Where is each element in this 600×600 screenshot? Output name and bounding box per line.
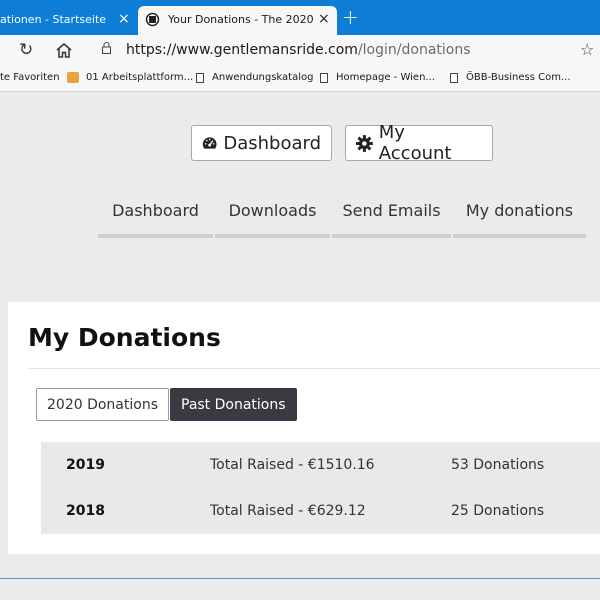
subnav-downloads[interactable]: Downloads (215, 200, 330, 238)
tab-title: Your Donations - The 2020 Distinguished … (168, 13, 313, 26)
my-account-button-label: My Account (378, 122, 452, 164)
bookmark-homepage-wien[interactable]: Homepage - Wien... (320, 72, 435, 83)
donations-card: My Donations 2020 Donations Past Donatio… (8, 302, 600, 554)
subnav-dashboard[interactable]: Dashboard (98, 200, 213, 238)
total-raised: Total Raised - €1510.16 (210, 457, 375, 473)
table-row: 2018 Total Raised - €629.12 25 Donations (41, 488, 600, 534)
window-bottom-border (0, 578, 600, 579)
bookmark-label: te Favoriten (0, 72, 60, 83)
url-path: /login/donations (357, 42, 471, 58)
doc-icon (320, 72, 328, 83)
home-icon[interactable] (56, 43, 72, 58)
dashboard-gauge-icon (202, 137, 217, 149)
my-account-button[interactable]: My Account (345, 122, 493, 164)
favorite-star-icon[interactable]: ☆ (580, 40, 594, 59)
bookmark-label: ÖBB-Business Com... (466, 72, 571, 83)
browser-tab-donations[interactable]: Your Donations - The 2020 Distinguished … (138, 6, 337, 35)
gear-icon (356, 134, 373, 152)
doc-icon (450, 72, 458, 83)
browser-tab-strip: ationen - Startseite × Your Donations - … (0, 0, 600, 35)
bookmark-arbeitsplattform[interactable]: 01 Arbeitsplattform... (67, 72, 193, 83)
bookmark-favoriten[interactable]: te Favoriten (0, 72, 60, 83)
address-bar[interactable]: https://www.gentlemansride.com/login/don… (90, 37, 600, 64)
donation-year: 2019 (66, 457, 105, 473)
donations-table: 2019 Total Raised - €1510.16 53 Donation… (41, 442, 600, 534)
doc-icon (196, 72, 204, 83)
donation-year: 2018 (66, 503, 105, 519)
close-icon[interactable]: × (118, 11, 130, 27)
site-favicon-icon (145, 12, 160, 27)
bookmark-label: Homepage - Wien... (336, 72, 435, 83)
bookmark-label: Anwendungskatalog (212, 72, 314, 83)
folder-icon (67, 72, 79, 83)
close-icon[interactable]: × (318, 11, 330, 27)
lock-icon (102, 42, 111, 54)
browser-toolbar: ↻ https://www.gentlemansride.com/login/d… (0, 35, 600, 66)
new-tab-button[interactable]: + (342, 7, 359, 27)
dashboard-button[interactable]: Dashboard (191, 125, 332, 161)
donation-count: 53 Donations (451, 457, 545, 473)
page-title: My Donations (28, 323, 221, 352)
url-host: https://www.gentlemansride.com (126, 42, 358, 58)
refresh-icon[interactable]: ↻ (19, 39, 33, 61)
subnav-my-donations[interactable]: My donations (453, 200, 586, 238)
bookmark-oebb-business[interactable]: ÖBB-Business Com... (450, 72, 571, 83)
table-row: 2019 Total Raised - €1510.16 53 Donation… (41, 442, 600, 488)
url-text[interactable]: https://www.gentlemansride.com/login/don… (126, 42, 471, 58)
bookmark-anwendungskatalog[interactable]: Anwendungskatalog (196, 72, 313, 83)
tab-past-donations[interactable]: Past Donations (170, 388, 297, 421)
total-raised: Total Raised - €629.12 (210, 503, 366, 519)
tab-title: ationen - Startseite (0, 13, 107, 26)
dashboard-button-label: Dashboard (223, 132, 321, 154)
bookmark-label: 01 Arbeitsplattform... (86, 72, 194, 83)
divider (28, 368, 600, 369)
subnav-send-emails[interactable]: Send Emails (332, 200, 451, 238)
bookmarks-bar: te Favoriten 01 Arbeitsplattform... Anwe… (0, 66, 600, 92)
browser-tab-startseite[interactable]: ationen - Startseite × (0, 6, 137, 35)
donation-count: 25 Donations (451, 503, 545, 519)
tab-2020-donations[interactable]: 2020 Donations (36, 388, 169, 421)
